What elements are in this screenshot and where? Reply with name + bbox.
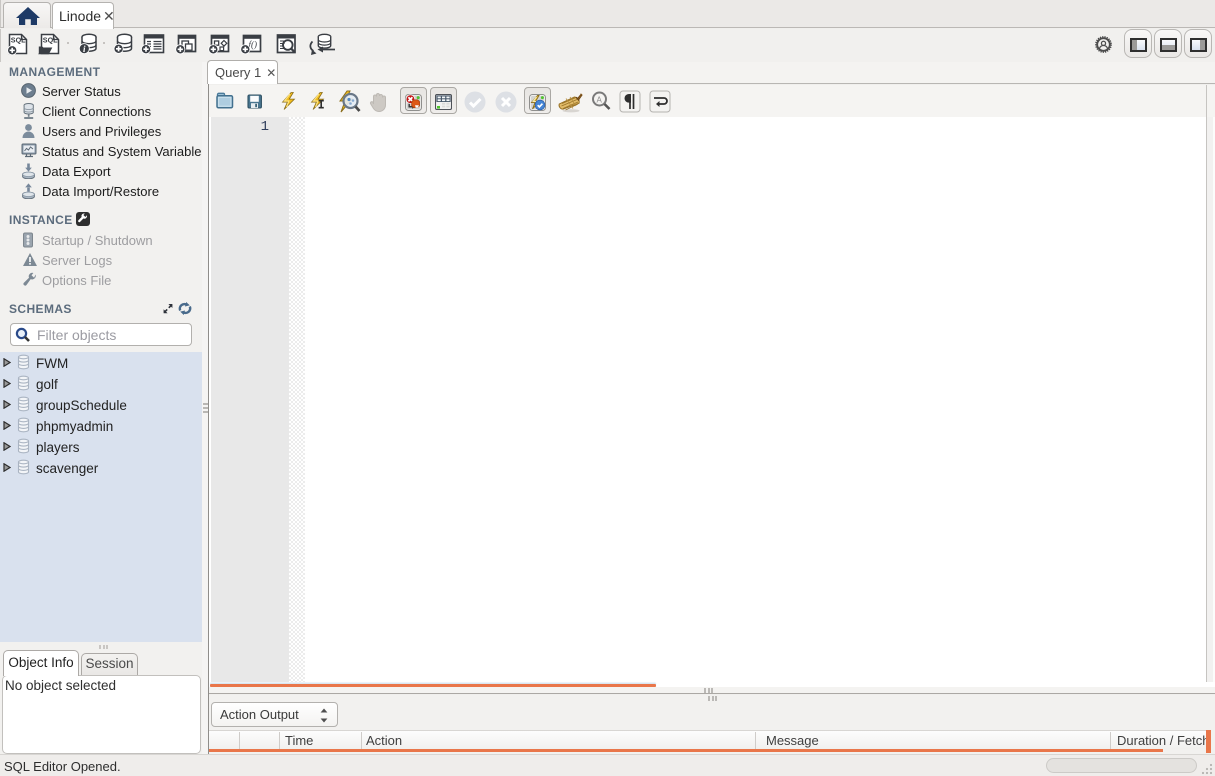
svg-text:A: A xyxy=(597,96,603,105)
svg-text:SQL: SQL xyxy=(42,36,57,45)
svg-text:SQL: SQL xyxy=(11,36,26,45)
